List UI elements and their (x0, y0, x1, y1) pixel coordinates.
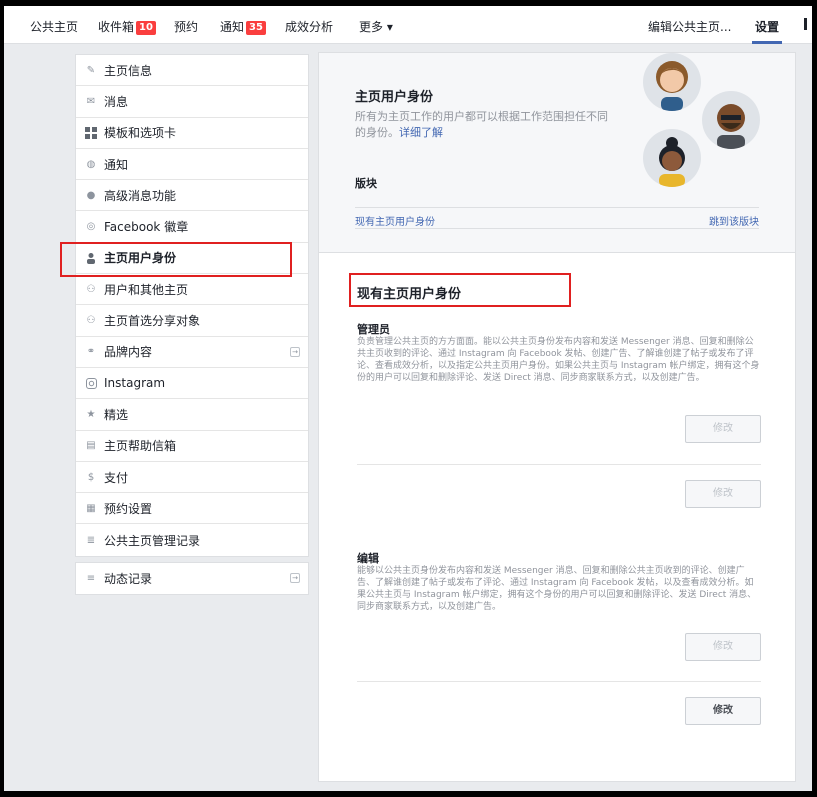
sidebar-item-label: 精选 (104, 407, 129, 422)
admin-edit-button-1[interactable]: 修改 (685, 415, 761, 443)
window-frame: 公共主页 收件箱 10 预约 通知 35 成效分析 更多 ▾ 编辑公共主页... 设… (4, 6, 812, 791)
star-icon: ★ (86, 408, 96, 420)
sidebar-item-label: 通知 (104, 157, 129, 172)
sidebar-item-featured[interactable]: ★ 精选 (76, 399, 308, 431)
editor-edit-button-2[interactable]: 修改 (685, 697, 761, 725)
sidebar-item-label: 主页首选分享对象 (104, 314, 201, 329)
top-nav: 公共主页 收件箱 10 预约 通知 35 成效分析 更多 ▾ 编辑公共主页... 设… (4, 6, 812, 44)
page-description: 所有为主页工作的用户都可以根据工作范围担任不同的身份。详细了解 (355, 109, 615, 141)
sidebar-item-branded-content[interactable]: ⚭ 品牌内容 → (76, 337, 308, 368)
message-icon: ✉ (86, 95, 96, 107)
sidebar-item-label: 预约设置 (104, 501, 153, 516)
activity-log-box: ≡ 动态记录 → (75, 562, 309, 596)
log-icon: ≣ (86, 534, 96, 546)
sidebar-item-preferred-audience[interactable]: ⚇ 主页首选分享对象 (76, 305, 308, 337)
nav-inbox-label: 收件箱 (98, 20, 135, 34)
sidebar-item-activity-log[interactable]: ≡ 动态记录 → (76, 563, 308, 594)
sidebar-item-page-management-history[interactable]: ≣ 公共主页管理记录 (76, 524, 308, 555)
notifications-count-badge: 35 (246, 21, 266, 35)
divider (357, 464, 761, 465)
nav-inbox[interactable]: 收件箱 10 (98, 18, 156, 35)
sidebar-item-label: Facebook 徽章 (104, 220, 189, 235)
sidebar-item-appointment-settings[interactable]: ▦ 预约设置 (76, 493, 308, 525)
section-nav-row: 现有主页用户身份 跳到该版块 (355, 207, 759, 229)
handshake-icon: ⚭ (86, 346, 96, 358)
pencil-icon: ✎ (86, 64, 96, 76)
sidebar-item-label: 模板和选项卡 (104, 126, 177, 141)
calendar-icon: ▦ (86, 502, 96, 514)
sidebar-item-label: 消息 (104, 94, 129, 109)
sidebar-item-people-other-pages[interactable]: ⚇ 用户和其他主页 (76, 274, 308, 306)
settings-sidebar: ✎ 主页信息 ✉ 消息 模板和选项卡 ◍ 通知 ● 高级消息功能 ◎ Facebook 徽… (75, 54, 309, 557)
avatar-illustration-1 (643, 53, 701, 111)
editor-edit-button-1[interactable]: 修改 (685, 633, 761, 661)
sidebar-item-label: 主页帮助信箱 (104, 439, 177, 454)
existing-roles-section: 现有主页用户身份 管理员 负责管理公共主页的方方面面。能以公共主页身份发布内容和… (318, 252, 796, 782)
sidebar-item-advanced-messaging[interactable]: ● 高级消息功能 (76, 180, 308, 212)
section-link-existing-roles[interactable]: 现有主页用户身份 (355, 213, 435, 228)
globe-icon: ◍ (86, 158, 96, 170)
dollar-icon: $ (87, 471, 95, 483)
sidebar-item-instagram[interactable]: Instagram (76, 368, 308, 400)
sidebar-item-page-support-inbox[interactable]: ▤ 主页帮助信箱 (76, 431, 308, 462)
nav-notifications[interactable]: 通知 35 (220, 18, 266, 35)
admin-role-title: 管理员 (357, 323, 390, 336)
nav-notifications-label: 通知 (220, 20, 245, 34)
nav-insights[interactable]: 成效分析 (285, 18, 333, 35)
sidebar-item-payments[interactable]: $ 支付 (76, 462, 308, 494)
sidebar-item-templates[interactable]: 模板和选项卡 (76, 118, 308, 149)
expand-icon[interactable]: → (290, 346, 300, 357)
sidebar-item-label: 用户和其他主页 (104, 282, 189, 297)
sidebar-item-notifications[interactable]: ◍ 通知 (76, 149, 308, 181)
editor-role-title: 编辑 (357, 552, 379, 565)
nav-active-indicator (752, 41, 782, 44)
page-title: 主页用户身份 (355, 90, 434, 105)
sidebar-item-label: 动态记录 (104, 572, 153, 587)
sidebar-item-label: 公共主页管理记录 (104, 533, 201, 548)
people-icon: ⚇ (86, 315, 96, 327)
sidebar-item-facebook-badges[interactable]: ◎ Facebook 徽章 (76, 211, 308, 243)
avatar-illustration-3 (643, 129, 701, 187)
highlight-box-sidebar (60, 242, 292, 277)
sidebar-item-page-info[interactable]: ✎ 主页信息 (76, 55, 308, 87)
open-arrow-icon[interactable]: → (290, 573, 300, 583)
nav-overflow-marker (804, 18, 807, 30)
highlight-box-title (349, 273, 571, 307)
inbox-count-badge: 10 (136, 21, 156, 35)
chat-bubble-icon: ● (86, 189, 96, 201)
list-icon: ≡ (86, 573, 96, 585)
nav-home[interactable]: 公共主页 (30, 18, 78, 35)
nav-more[interactable]: 更多 ▾ (359, 18, 393, 35)
people-icon: ⚇ (86, 283, 96, 295)
avatar-illustration-2 (702, 91, 760, 149)
nav-settings[interactable]: 设置 (755, 18, 779, 35)
sidebar-item-label: Instagram (104, 376, 166, 391)
sidebar-item-messages[interactable]: ✉ 消息 (76, 86, 308, 118)
nav-publishing[interactable]: 预约 (174, 18, 198, 35)
editor-role-description: 能够以公共主页身份发布内容和发送 Messenger 消息、回复和删除公共主页收… (357, 566, 757, 612)
page-description-text: 所有为主页工作的用户都可以根据工作范围担任不同的身份。 (355, 110, 608, 139)
page-roles-header: 主页用户身份 所有为主页工作的用户都可以根据工作范围担任不同的身份。详细了解 版… (318, 52, 796, 252)
admin-role-description: 负责管理公共主页的方方面面。能以公共主页身份发布内容和发送 Messenger … (357, 337, 760, 383)
sidebar-item-label: 支付 (104, 470, 129, 485)
badge-icon: ◎ (86, 221, 96, 233)
sidebar-item-label: 高级消息功能 (104, 188, 177, 203)
inbox-icon: ▤ (86, 440, 96, 452)
nav-edit-page-info[interactable]: 编辑公共主页... (648, 18, 731, 35)
divider (357, 681, 761, 682)
learn-more-link[interactable]: 详细了解 (399, 126, 443, 139)
instagram-icon (84, 376, 98, 390)
sidebar-item-label: 主页信息 (104, 63, 153, 78)
jump-to-section-link[interactable]: 跳到该版块 (709, 213, 759, 228)
grid-icon (84, 126, 98, 140)
sidebar-item-label: 品牌内容 (104, 345, 153, 360)
sections-label: 版块 (355, 177, 377, 190)
admin-edit-button-2[interactable]: 修改 (685, 480, 761, 508)
